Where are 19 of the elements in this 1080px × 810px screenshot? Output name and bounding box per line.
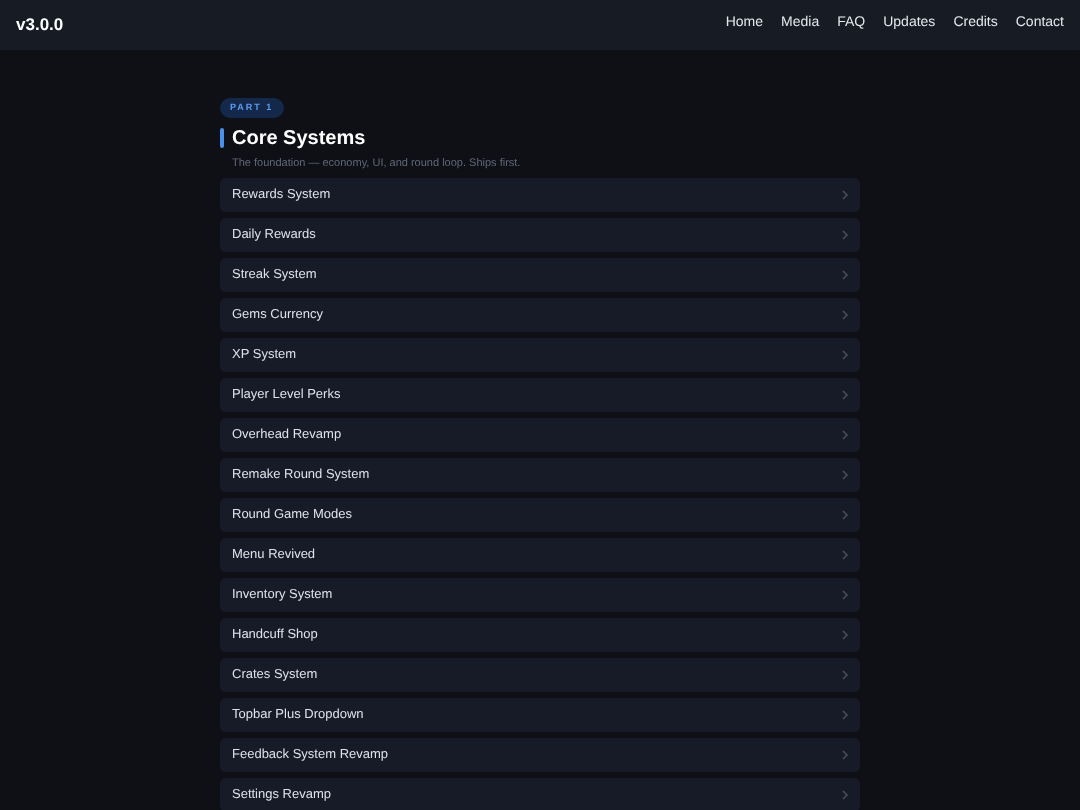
chevron-icon <box>842 470 848 480</box>
chevron-icon <box>842 350 848 360</box>
chevron-icon <box>842 390 848 400</box>
chevron-icon <box>842 510 848 520</box>
chevron-icon <box>842 710 848 720</box>
chevron-icon <box>842 310 848 320</box>
version-label: v3.0.0 <box>16 12 64 38</box>
chevron-icon <box>842 270 848 280</box>
chevron-icon <box>842 550 848 560</box>
chevron-icon <box>842 190 848 200</box>
chevron-icon <box>842 230 848 240</box>
chevron-icon <box>842 430 848 440</box>
accent-bar <box>220 128 224 149</box>
chevron-icon <box>842 670 848 680</box>
chevron-icon <box>842 750 848 760</box>
section-title: Core Systems <box>232 125 366 154</box>
chevron-icon <box>842 630 848 640</box>
chevron-icon <box>842 590 848 600</box>
chevron-icon <box>842 790 848 800</box>
